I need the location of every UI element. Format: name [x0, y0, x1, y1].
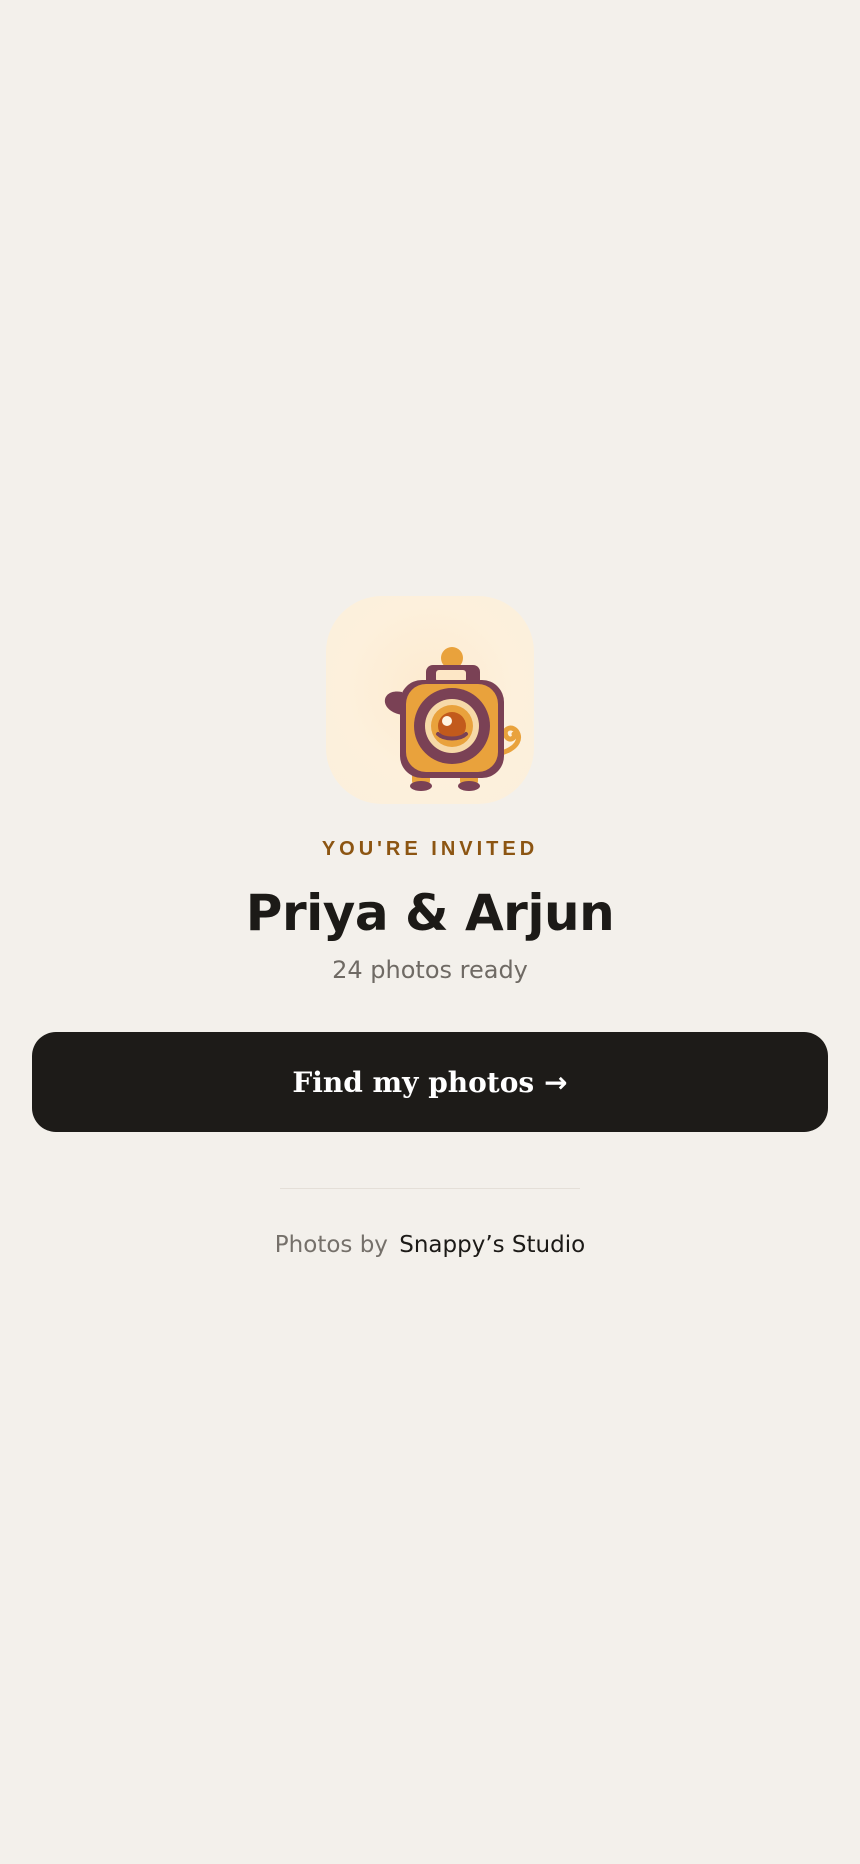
page-title: Priya & Arjun — [245, 884, 615, 942]
invite-eyebrow: YOU'RE INVITED — [321, 838, 539, 860]
find-my-photos-button[interactable]: Find my photos → — [32, 1032, 828, 1132]
credit-prefix: Photos by — [274, 1232, 388, 1258]
arrow-right-icon: → — [544, 1065, 568, 1099]
camera-mascot-icon — [326, 596, 534, 804]
studio-name: Snappy’s Studio — [399, 1232, 586, 1258]
divider — [280, 1188, 580, 1189]
invite-page: YOU'RE INVITED Priya & Arjun 24 photos r… — [0, 0, 860, 1864]
find-my-photos-label: Find my photos — [292, 1065, 535, 1099]
photographer-credit: Photos by Snappy’s Studio — [0, 1232, 860, 1258]
photo-count: 24 photos ready — [332, 956, 528, 984]
